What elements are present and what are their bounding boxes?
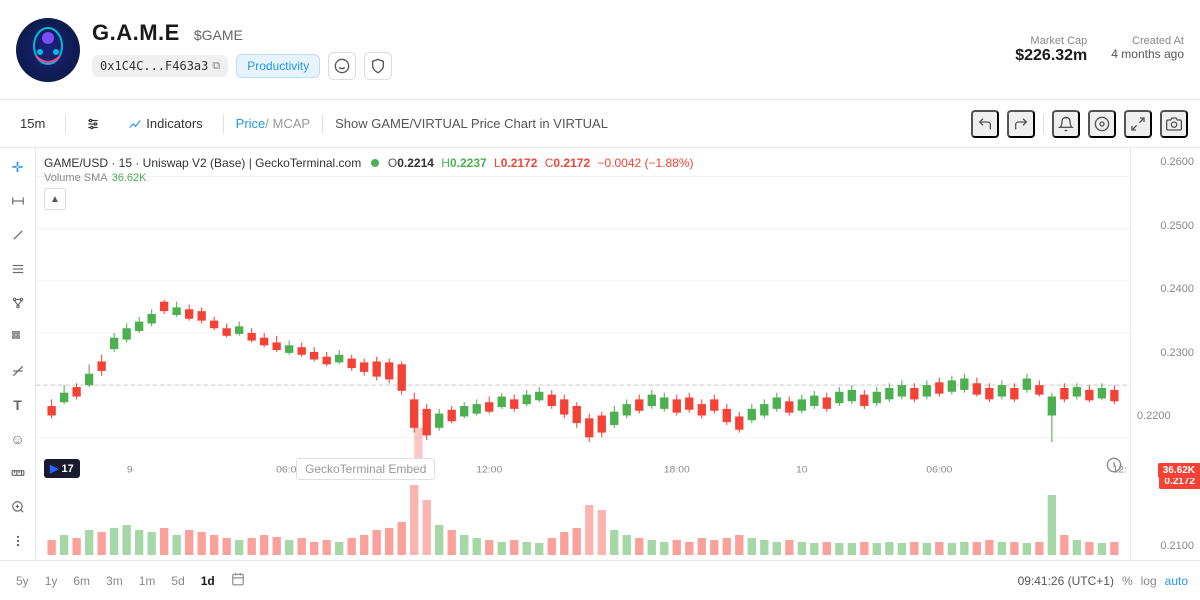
token-name: G.A.M.E [92, 20, 180, 46]
address-text: 0x1C4C...F463a3 [100, 59, 208, 73]
fullscreen-button[interactable] [1124, 110, 1152, 138]
date-range-button[interactable] [227, 570, 249, 591]
header: G.A.M.E $GAME 0x1C4C...F463a3 ⧉ Producti… [0, 0, 1200, 100]
high-val: 0.2237 [450, 156, 487, 170]
toolbar-divider-2 [223, 114, 224, 134]
redo-button[interactable] [1007, 110, 1035, 138]
token-info: G.A.M.E $GAME 0x1C4C...F463a3 ⧉ Producti… [92, 20, 1003, 80]
horizontal-lines-tool[interactable] [6, 258, 30, 280]
pair-label: GAME/USD · 15 · Uniswap V2 (Base) | Geck… [44, 156, 361, 170]
market-cap-value: $226.32m [1015, 47, 1087, 65]
open-val: 0.2214 [397, 156, 434, 170]
toolbar-right [971, 110, 1188, 138]
market-cap-label: Market Cap [1015, 35, 1087, 47]
timeframe-6m[interactable]: 6m [69, 572, 94, 590]
toolbar-divider-4 [1043, 114, 1044, 134]
tradingview-logo: ▶17 [44, 459, 80, 478]
toolbar: 15m Indicators Price / MCAP Show GAME/VI… [0, 100, 1200, 148]
snapshot-button[interactable] [1160, 110, 1188, 138]
y-label-6: 0.2100 [1137, 540, 1194, 552]
log-button[interactable]: log [1141, 574, 1157, 588]
close-val: 0.2172 [553, 156, 590, 170]
percent-button[interactable]: % [1122, 574, 1133, 588]
market-cap-stat: Market Cap $226.32m [1015, 35, 1087, 65]
timeframe-button[interactable]: 15m [12, 112, 53, 135]
line-tool[interactable] [6, 224, 30, 246]
pattern-tool[interactable] [6, 326, 30, 348]
bottom-right: 09:41:26 (UTC+1) % log auto [1018, 574, 1188, 588]
volume-info: Volume SMA 36.62K [44, 172, 694, 184]
category-badge[interactable]: Productivity [236, 54, 320, 78]
y-axis: 0.2600 0.2500 0.2400 0.2300 0.2200 0.217… [1130, 148, 1200, 560]
y-label-5: 0.2200 [1137, 410, 1194, 422]
chart-area-wrap: GAME/USD · 15 · Uniswap V2 (Base) | Geck… [36, 148, 1200, 560]
header-stats: Market Cap $226.32m Created At 4 months … [1015, 35, 1184, 65]
price-mcap-toggle[interactable]: Price / MCAP [236, 116, 310, 131]
created-at-label: Created At [1111, 35, 1184, 47]
timeframe-5y[interactable]: 5y [12, 572, 33, 590]
chart-info: GAME/USD · 15 · Uniswap V2 (Base) | Geck… [44, 156, 694, 210]
change-val: −0.0042 (−1.88%) [597, 156, 693, 170]
zoom-tool[interactable] [6, 496, 30, 518]
expand-button[interactable]: ▲ [44, 188, 66, 210]
chart-settings-button[interactable] [78, 113, 108, 135]
mcap-label[interactable]: / MCAP [265, 116, 310, 131]
svg-text:9: 9 [127, 465, 133, 475]
crosshair-tool[interactable]: ✛ [6, 156, 30, 178]
volume-val: 36.62K [112, 172, 147, 184]
text-tool[interactable]: T [6, 394, 30, 416]
timeframe-3m[interactable]: 3m [102, 572, 127, 590]
emoji-tool[interactable]: ☺ [6, 428, 30, 450]
measure-tool[interactable] [6, 190, 30, 212]
watermark: GeckoTerminal Embed [296, 458, 435, 480]
chart-row: GAME/USD · 15 · Uniswap V2 (Base) | Geck… [36, 148, 1200, 560]
created-at-stat: Created At 4 months ago [1111, 35, 1184, 65]
node-tool[interactable] [6, 292, 30, 314]
timeframe-1y[interactable]: 1y [41, 572, 62, 590]
indicators-button[interactable]: Indicators [120, 112, 210, 135]
volume-badge: 36.62K [1158, 463, 1200, 478]
chart-description: Show GAME/VIRTUAL Price Chart in VIRTUAL [335, 116, 959, 131]
token-meta: 0x1C4C...F463a3 ⧉ Productivity [92, 52, 1003, 80]
chart-svg-container[interactable]: GAME/USD · 15 · Uniswap V2 (Base) | Geck… [36, 148, 1130, 560]
low-val: 0.2172 [501, 156, 538, 170]
bottom-bar: 5y 1y 6m 3m 1m 5d 1d 09:41:26 (UTC+1) % … [0, 560, 1200, 600]
token-avatar [16, 18, 80, 82]
price-label[interactable]: Price [236, 116, 266, 131]
toolbar-divider-1 [65, 114, 66, 134]
copy-icon[interactable]: ⧉ [212, 59, 220, 73]
auto-button[interactable]: auto [1165, 574, 1188, 588]
mask-icon-btn[interactable] [328, 52, 356, 80]
y-label-1: 0.2600 [1137, 156, 1194, 168]
chart-title: GAME/USD · 15 · Uniswap V2 (Base) | Geck… [44, 156, 694, 170]
timeframe-1d[interactable]: 1d [197, 572, 219, 590]
camera-settings-button[interactable] [1088, 110, 1116, 138]
svg-text:10: 10 [796, 465, 808, 475]
toolbar-divider-3 [322, 114, 323, 134]
chart-container: ✛ T ☺ [0, 148, 1200, 560]
y-label-3: 0.2400 [1137, 283, 1194, 295]
undo-button[interactable] [971, 110, 999, 138]
shield-icon-btn[interactable] [364, 52, 392, 80]
ruler-tool[interactable] [6, 462, 30, 484]
alert-button[interactable] [1052, 110, 1080, 138]
current-time: 09:41:26 (UTC+1) [1018, 574, 1114, 588]
created-at-value: 4 months ago [1111, 47, 1184, 61]
timeframe-1m[interactable]: 1m [135, 572, 160, 590]
svg-text:06:00: 06:00 [926, 465, 953, 475]
volume-chart [36, 480, 1130, 560]
fib-tool[interactable] [6, 360, 30, 382]
scroll-icon[interactable] [1106, 457, 1122, 478]
timeframe-5d[interactable]: 5d [167, 572, 188, 590]
address-badge[interactable]: 0x1C4C...F463a3 ⧉ [92, 55, 228, 77]
svg-text:12:00: 12:00 [476, 465, 503, 475]
y-label-4: 0.2300 [1137, 347, 1194, 359]
more-tools[interactable] [6, 530, 30, 552]
volume-label: Volume SMA [44, 172, 108, 184]
left-toolbar: ✛ T ☺ [0, 148, 36, 560]
svg-text:18:00: 18:00 [664, 465, 691, 475]
y-label-2: 0.2500 [1137, 220, 1194, 232]
status-dot [371, 159, 379, 167]
token-ticker: $GAME [194, 27, 243, 43]
